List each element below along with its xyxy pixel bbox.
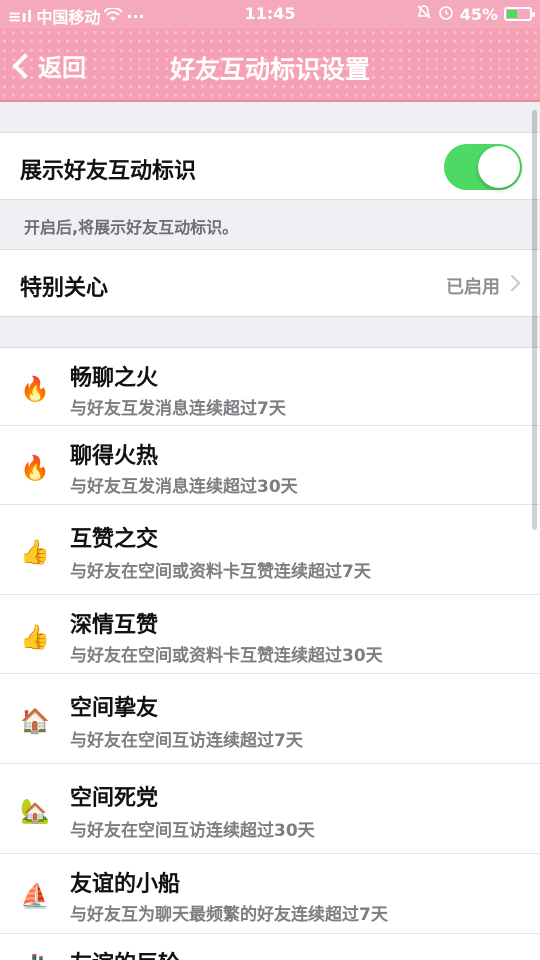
- badge-name: 空间挚友: [70, 696, 159, 721]
- toggle-knob: [478, 146, 520, 188]
- badge-description: 与好友在空间互访连续超过30天: [70, 821, 315, 841]
- badge-row: 👍 互赞之交与好友在空间或资料卡互赞连续超过7天: [0, 505, 540, 595]
- badge-name: 聊得火热: [70, 444, 159, 469]
- scrollbar[interactable]: [532, 110, 537, 530]
- badge-row: 🏠 空间挚友与好友在空间互访连续超过7天: [0, 674, 540, 764]
- badge-list: 🔥 畅聊之火与好友互发消息连续超过7天 🔥 聊得火热与好友互发消息连续超过30天 👍 互赞…: [0, 347, 540, 960]
- show-badges-label: 展示好友互动标识: [20, 159, 197, 184]
- ship-icon: 🚢: [20, 952, 50, 960]
- small-flame-icon: 🔥: [20, 375, 50, 403]
- badge-name: 友谊的巨轮: [70, 946, 180, 960]
- show-badges-toggle[interactable]: [444, 144, 522, 190]
- badge-name: 空间死党: [70, 786, 159, 811]
- page-title: 好友互动标识设置: [169, 55, 370, 84]
- section-gap: [0, 317, 540, 347]
- show-badges-row: 展示好友互动标识: [0, 132, 540, 200]
- badge-row: 🔥 畅聊之火与好友互发消息连续超过7天: [0, 348, 540, 426]
- house-sun-icon: 🏡: [20, 797, 50, 825]
- badge-row: 🔥 聊得火热与好友互发消息连续超过30天: [0, 426, 540, 505]
- section-gap: [0, 102, 540, 132]
- battery-icon: [504, 7, 535, 21]
- status-right-group: 45%: [416, 4, 535, 24]
- thumbs-up-heart-icon: 👍: [20, 623, 50, 651]
- badge-row: 🚢 友谊的巨轮: [0, 934, 540, 960]
- badge-description: 与好友互发消息连续超过7天: [70, 399, 286, 419]
- bell-muted-icon: [416, 4, 432, 24]
- badge-row: ⛵ 友谊的小船与好友互为聊天最频繁的好友连续超过7天: [0, 854, 540, 934]
- status-bar: ≡ıl 中国移动 ··· 11:45 45%: [0, 0, 540, 28]
- badge-name: 深情互赞: [70, 613, 159, 638]
- badge-name: 互赞之交: [70, 527, 159, 552]
- badge-description: 与好友互为聊天最频繁的好友连续超过7天: [70, 905, 388, 925]
- badge-description: 与好友在空间或资料卡互赞连续超过30天: [70, 646, 383, 666]
- sailboat-icon: ⛵: [20, 882, 50, 910]
- badge-row: 👍 深情互赞与好友在空间或资料卡互赞连续超过30天: [0, 595, 540, 674]
- nav-bar: 返回 好友互动标识设置: [0, 28, 540, 102]
- badge-description: 与好友在空间或资料卡互赞连续超过7天: [70, 562, 371, 582]
- special-care-value: 已启用: [446, 277, 500, 298]
- settings-content[interactable]: 展示好友互动标识 开启后,将展示好友互动标识。 特别关心 已启用 🔥 畅聊之火与好…: [0, 102, 540, 960]
- badge-name: 友谊的小船: [70, 872, 181, 897]
- thumbs-up-icon: 👍: [20, 538, 50, 566]
- special-care-label: 特别关心: [20, 276, 109, 301]
- special-care-row[interactable]: 特别关心 已启用: [0, 249, 540, 317]
- badge-description: 与好友在空间互访连续超过7天: [70, 731, 303, 751]
- badge-row: 🏡 空间死党与好友在空间互访连续超过30天: [0, 764, 540, 854]
- settings-note: 开启后,将展示好友互动标识。: [0, 200, 540, 249]
- chevron-right-icon: [503, 274, 521, 292]
- badge-name: 畅聊之火: [70, 366, 159, 391]
- house-icon: 🏠: [20, 707, 50, 735]
- badge-description: 与好友互发消息连续超过30天: [70, 477, 298, 497]
- big-flame-icon: 🔥: [20, 454, 50, 482]
- battery-text: 45%: [459, 4, 498, 24]
- alarm-icon: [438, 4, 454, 24]
